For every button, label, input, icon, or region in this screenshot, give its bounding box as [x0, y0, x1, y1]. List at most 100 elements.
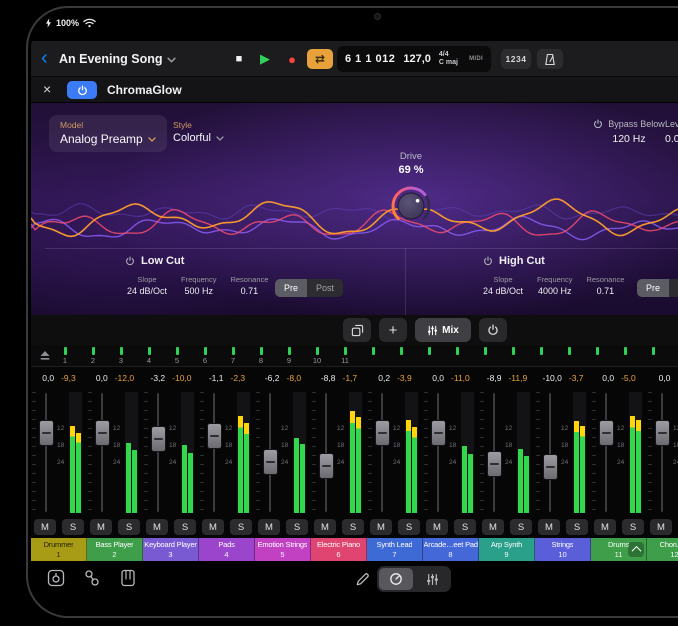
solo-button[interactable]: S: [118, 519, 140, 535]
controls-panel-button[interactable]: [45, 567, 67, 589]
track-name-plate[interactable]: Strings10: [535, 538, 591, 561]
song-title-button[interactable]: An Evening Song: [59, 41, 176, 77]
solo-button[interactable]: S: [566, 519, 588, 535]
solo-button[interactable]: S: [454, 519, 476, 535]
drive-knob[interactable]: [388, 183, 434, 229]
mute-button[interactable]: M: [90, 519, 112, 535]
track-name-plate[interactable]: Keyboard Player3: [143, 538, 199, 561]
play-button[interactable]: ▶: [253, 41, 277, 77]
low-cut-slope[interactable]: Slope 24 dB/Oct: [127, 275, 167, 296]
count-in-button[interactable]: 1234: [501, 49, 531, 69]
fader-value[interactable]: -8,9: [487, 373, 502, 383]
solo-button[interactable]: S: [174, 519, 196, 535]
mute-button[interactable]: M: [34, 519, 56, 535]
fader-handle[interactable]: [39, 420, 54, 446]
post-button[interactable]: Post: [307, 279, 343, 297]
mute-button[interactable]: M: [370, 519, 392, 535]
track-name-plate[interactable]: Arcade…eet Pad8: [423, 538, 479, 561]
back-button[interactable]: ‹: [41, 45, 48, 71]
fader-value[interactable]: 0,0: [42, 373, 54, 383]
mute-button[interactable]: M: [594, 519, 616, 535]
signal-flow-button[interactable]: [81, 567, 103, 589]
solo-button[interactable]: S: [398, 519, 420, 535]
fader-handle[interactable]: [543, 454, 558, 480]
lcd-display[interactable]: 6 1 1 012 127,0 4/4 C maj MIDI: [337, 46, 491, 72]
bypass-below-control[interactable]: Bypass Below 120 Hz: [573, 119, 678, 145]
track-name-plate[interactable]: Electric Piano6: [311, 538, 367, 561]
fader-value[interactable]: 0,0: [96, 373, 108, 383]
track-name-plate[interactable]: Chorus V12: [647, 538, 678, 561]
fader-value[interactable]: -8,8: [321, 373, 336, 383]
fader-handle[interactable]: [375, 420, 390, 446]
fader-value[interactable]: -1,1: [209, 373, 224, 383]
fader-handle[interactable]: [599, 420, 614, 446]
track-name-plate[interactable]: Bass Player2: [87, 538, 143, 561]
low-cut-resonance[interactable]: Resonance 0.71: [230, 275, 268, 296]
duplicate-button[interactable]: [343, 318, 371, 342]
mute-button[interactable]: M: [538, 519, 560, 535]
record-button[interactable]: ●: [280, 41, 304, 77]
add-button[interactable]: +: [379, 318, 407, 342]
track-name-plate[interactable]: Arp Synth9: [479, 538, 535, 561]
solo-button[interactable]: S: [286, 519, 308, 535]
collapse-button[interactable]: [628, 542, 644, 557]
fader-handle[interactable]: [263, 449, 278, 475]
fader-handle[interactable]: [151, 426, 166, 452]
mute-button[interactable]: M: [146, 519, 168, 535]
post-button[interactable]: Post: [669, 279, 678, 297]
track-name-plate[interactable]: Pads4: [199, 538, 255, 561]
solo-button[interactable]: S: [230, 519, 252, 535]
pre-button[interactable]: Pre: [275, 279, 307, 297]
low-cut-frequency[interactable]: Frequency 500 Hz: [181, 275, 216, 296]
fader-handle[interactable]: [95, 420, 110, 446]
high-cut-header[interactable]: High Cut: [483, 255, 545, 267]
plugin-power-button[interactable]: [67, 81, 97, 99]
style-selector[interactable]: Style Colorful: [173, 120, 224, 144]
mute-button[interactable]: M: [426, 519, 448, 535]
high-cut-frequency[interactable]: Frequency 4000 Hz: [537, 275, 572, 296]
cycle-button[interactable]: ⇄: [307, 49, 333, 69]
track-name-plate[interactable]: Drummer1: [31, 538, 87, 561]
fader-value[interactable]: 0,0: [432, 373, 444, 383]
mixer-view-button[interactable]: [415, 568, 449, 590]
mixer-power-button[interactable]: [479, 318, 507, 342]
fader-handle[interactable]: [655, 420, 670, 446]
pre-button[interactable]: Pre: [637, 279, 669, 297]
knob-view-button[interactable]: [379, 568, 413, 590]
track-name-plate[interactable]: Drums11: [591, 538, 647, 561]
mute-button[interactable]: M: [258, 519, 280, 535]
fader-value[interactable]: -3,2: [150, 373, 165, 383]
fader-value[interactable]: 0,2: [378, 373, 390, 383]
high-cut-title: High Cut: [499, 255, 545, 267]
high-cut-slope[interactable]: Slope 24 dB/Oct: [483, 275, 523, 296]
track-name-plate[interactable]: Synth Lead7: [367, 538, 423, 561]
edit-button[interactable]: [351, 567, 373, 591]
solo-button[interactable]: S: [62, 519, 84, 535]
solo-button[interactable]: S: [510, 519, 532, 535]
solo-button[interactable]: S: [342, 519, 364, 535]
mute-button[interactable]: M: [202, 519, 224, 535]
close-plugin-button[interactable]: ×: [43, 81, 51, 97]
fader-value[interactable]: 0,0: [602, 373, 614, 383]
fader-handle[interactable]: [207, 423, 222, 449]
level-control[interactable]: Level 0.0: [665, 119, 678, 145]
fader-handle[interactable]: [431, 420, 446, 446]
fader-value[interactable]: -10,0: [542, 373, 561, 383]
mute-button[interactable]: M: [650, 519, 672, 535]
metronome-button[interactable]: [537, 49, 563, 69]
fader-value[interactable]: 0,0: [659, 373, 671, 383]
model-selector[interactable]: Model Analog Preamp: [49, 115, 167, 152]
solo-button[interactable]: S: [622, 519, 644, 535]
mix-tab[interactable]: Mix: [415, 318, 471, 342]
mute-button[interactable]: M: [482, 519, 504, 535]
stop-button[interactable]: ■: [227, 41, 251, 77]
mute-button[interactable]: M: [314, 519, 336, 535]
fader-handle[interactable]: [319, 453, 334, 479]
track-name-plate[interactable]: Emotion Strings5: [255, 538, 311, 561]
low-cut-header[interactable]: Low Cut: [125, 255, 184, 267]
keyboard-button[interactable]: [117, 567, 139, 589]
fader-value[interactable]: -6,2: [265, 373, 280, 383]
bar-ruler[interactable]: 1234567891011: [31, 345, 678, 367]
fader-handle[interactable]: [487, 451, 502, 477]
high-cut-resonance[interactable]: Resonance 0.71: [586, 275, 624, 296]
